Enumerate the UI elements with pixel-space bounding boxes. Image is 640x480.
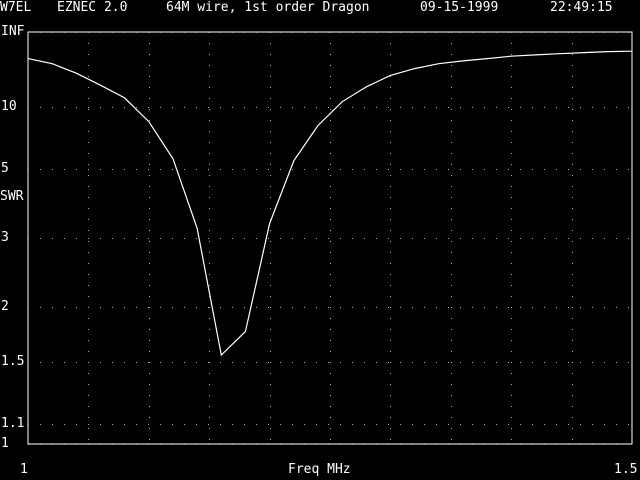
swr-point [342,101,343,102]
x-tick-label: 1.5 [614,462,638,477]
y-axis-label: SWR [0,189,24,204]
swr-point [269,223,270,224]
swr-point [631,51,632,52]
x-tick-label: 1 [20,462,28,477]
swr-point [366,86,367,87]
swr-point [245,331,246,332]
swr-point [317,125,318,126]
swr-point [462,60,463,61]
swr-point [293,160,294,161]
y-tick-label: 2 [1,299,9,314]
swr-point [390,75,391,76]
swr-point [221,355,222,356]
swr-point [100,85,101,86]
eznec-swr-plot-window: W7EL EZNEC 2.0 64M wire, 1st order Drago… [0,0,640,480]
swr-point [76,73,77,74]
y-tick-label: 1.5 [1,354,25,369]
y-tick-label: INF [1,24,25,39]
swr-chart [27,31,633,445]
swr-point [535,54,536,55]
swr-point [486,58,487,59]
y-tick-label: 1 [1,436,9,451]
swr-curve [27,50,633,357]
x-axis-label: Freq MHz [288,462,351,477]
y-tick-label: 5 [1,161,9,176]
swr-point [52,63,53,64]
y-tick-label: 3 [1,230,9,245]
swr-point [414,68,415,69]
swr-point [148,121,149,122]
swr-point [583,52,584,53]
swr-point [511,56,512,57]
swr-point [438,63,439,64]
y-tick-label: 10 [1,99,17,114]
swr-point [124,97,125,98]
swr-point [172,158,173,159]
swr-point [197,228,198,229]
swr-point [607,51,608,52]
swr-point [559,53,560,54]
swr-point [27,58,28,59]
y-tick-label: 1.1 [1,416,25,431]
plot-frame [27,31,633,445]
